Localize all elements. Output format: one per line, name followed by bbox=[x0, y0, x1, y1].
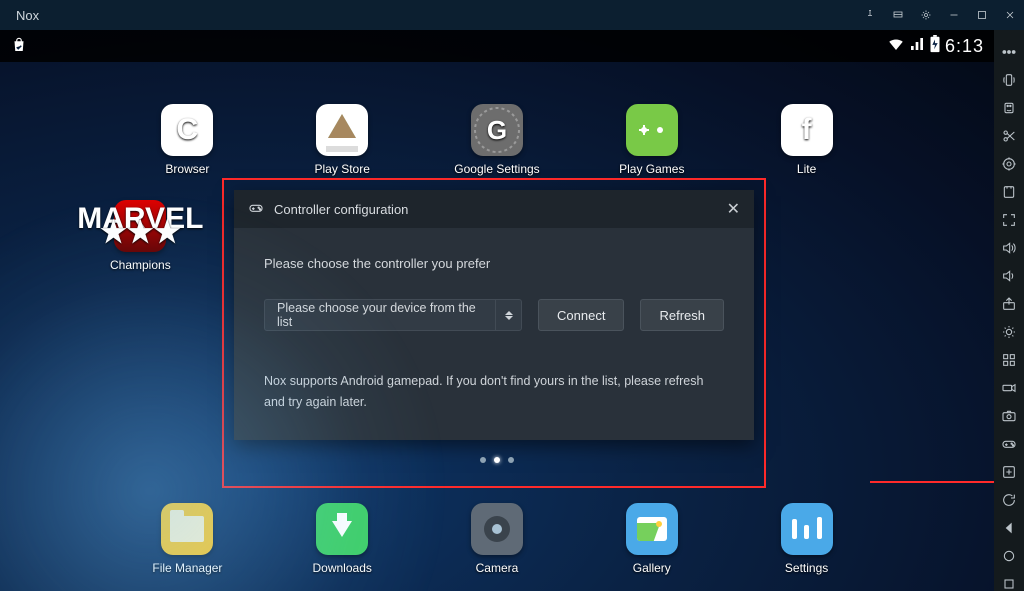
app-title: Nox bbox=[16, 8, 39, 23]
browser-icon: C bbox=[161, 104, 213, 156]
android-status-bar: 6:13 bbox=[0, 30, 994, 62]
annotation-arrow bbox=[870, 475, 994, 489]
toolbar-keymap-button[interactable] bbox=[994, 94, 1024, 122]
toolbar-multi-button[interactable] bbox=[994, 458, 1024, 486]
titlebar-settings-button[interactable] bbox=[912, 0, 940, 30]
app-play-store[interactable]: Play Store bbox=[265, 104, 420, 176]
folder-icon bbox=[161, 503, 213, 555]
toolbar-home-button[interactable] bbox=[994, 542, 1024, 570]
toolbar-fullscreen-button[interactable] bbox=[994, 206, 1024, 234]
titlebar-pin-button[interactable] bbox=[856, 0, 884, 30]
camera-icon bbox=[471, 503, 523, 555]
dialog-title: Controller configuration bbox=[274, 202, 408, 217]
app-file-manager[interactable]: File Manager bbox=[110, 503, 265, 575]
refresh-button-label: Refresh bbox=[659, 308, 705, 323]
app-browser[interactable]: C Browser bbox=[110, 104, 265, 176]
toolbar-macro-button[interactable] bbox=[994, 346, 1024, 374]
app-label: Play Games bbox=[619, 162, 684, 176]
app-label: File Manager bbox=[152, 561, 222, 575]
app-label: Downloads bbox=[313, 561, 372, 575]
emulator-viewport: 6:13 C Browser Play Store G bbox=[0, 30, 994, 591]
app-downloads[interactable]: Downloads bbox=[265, 503, 420, 575]
toolbar-shake-button[interactable] bbox=[994, 66, 1024, 94]
app-camera[interactable]: Camera bbox=[420, 503, 575, 575]
app-label: Google Settings bbox=[454, 162, 539, 176]
connect-button[interactable]: Connect bbox=[538, 299, 624, 331]
toolbar-location-button[interactable] bbox=[994, 150, 1024, 178]
updown-icon bbox=[495, 300, 521, 330]
toolbar-volume-up-button[interactable] bbox=[994, 234, 1024, 262]
home-page-indicator bbox=[0, 457, 994, 463]
titlebar-maximize-button[interactable] bbox=[968, 0, 996, 30]
wifi-icon bbox=[887, 35, 905, 58]
device-select-placeholder: Please choose your device from the list bbox=[277, 301, 489, 329]
titlebar-minimize-button[interactable] bbox=[940, 0, 968, 30]
connect-button-label: Connect bbox=[557, 308, 605, 323]
app-play-games[interactable]: Play Games bbox=[574, 104, 729, 176]
toolbar-volume-down-button[interactable] bbox=[994, 262, 1024, 290]
app-label: Settings bbox=[785, 561, 828, 575]
settings-icon bbox=[781, 503, 833, 555]
app-label: Champions bbox=[110, 258, 171, 272]
device-select[interactable]: Please choose your device from the list bbox=[264, 299, 522, 331]
app-settings[interactable]: Settings bbox=[729, 503, 884, 575]
app-champions[interactable]: MARVEL★★★ Champions bbox=[110, 200, 171, 272]
play-store-icon bbox=[316, 104, 368, 156]
side-toolbar bbox=[994, 30, 1024, 591]
toolbar-back-button[interactable] bbox=[994, 514, 1024, 542]
toolbar-screenshot-button[interactable] bbox=[994, 402, 1024, 430]
app-google-settings[interactable]: G Google Settings bbox=[420, 104, 575, 176]
app-label: Gallery bbox=[633, 561, 671, 575]
gamepad-icon bbox=[248, 200, 264, 219]
signal-icon bbox=[909, 36, 925, 57]
gallery-icon bbox=[626, 503, 678, 555]
app-label: Browser bbox=[165, 162, 209, 176]
titlebar-theme-button[interactable] bbox=[884, 0, 912, 30]
titlebar-close-button[interactable] bbox=[996, 0, 1024, 30]
toolbar-controller-button[interactable] bbox=[994, 430, 1024, 458]
shopping-bag-icon bbox=[10, 36, 28, 57]
status-clock: 6:13 bbox=[945, 36, 984, 57]
battery-icon bbox=[929, 35, 941, 58]
toolbar-rotate-button[interactable] bbox=[994, 486, 1024, 514]
dialog-close-button[interactable]: ✕ bbox=[727, 199, 740, 219]
dialog-intro-text: Please choose the controller you prefer bbox=[264, 256, 724, 271]
app-label: Camera bbox=[476, 561, 519, 575]
toolbar-more-button[interactable] bbox=[994, 38, 1024, 66]
controller-config-dialog: Controller configuration ✕ Please choose… bbox=[234, 190, 754, 440]
refresh-button[interactable]: Refresh bbox=[640, 299, 724, 331]
dialog-hint-text: Nox supports Android gamepad. If you don… bbox=[264, 371, 724, 414]
toolbar-scissors-button[interactable] bbox=[994, 122, 1024, 150]
champions-icon: MARVEL★★★ bbox=[114, 200, 166, 252]
toolbar-record-button[interactable] bbox=[994, 374, 1024, 402]
app-facebook-lite[interactable]: f Lite bbox=[729, 104, 884, 176]
play-games-icon bbox=[626, 104, 678, 156]
toolbar-brightness-button[interactable] bbox=[994, 318, 1024, 346]
download-icon bbox=[316, 503, 368, 555]
app-label: Lite bbox=[797, 162, 816, 176]
facebook-icon: f bbox=[781, 104, 833, 156]
app-gallery[interactable]: Gallery bbox=[574, 503, 729, 575]
google-settings-icon: G bbox=[471, 104, 523, 156]
app-label: Play Store bbox=[315, 162, 370, 176]
toolbar-share-button[interactable] bbox=[994, 290, 1024, 318]
toolbar-apk-button[interactable] bbox=[994, 178, 1024, 206]
toolbar-recent-button[interactable] bbox=[994, 570, 1024, 591]
window-titlebar: Nox bbox=[0, 0, 1024, 30]
